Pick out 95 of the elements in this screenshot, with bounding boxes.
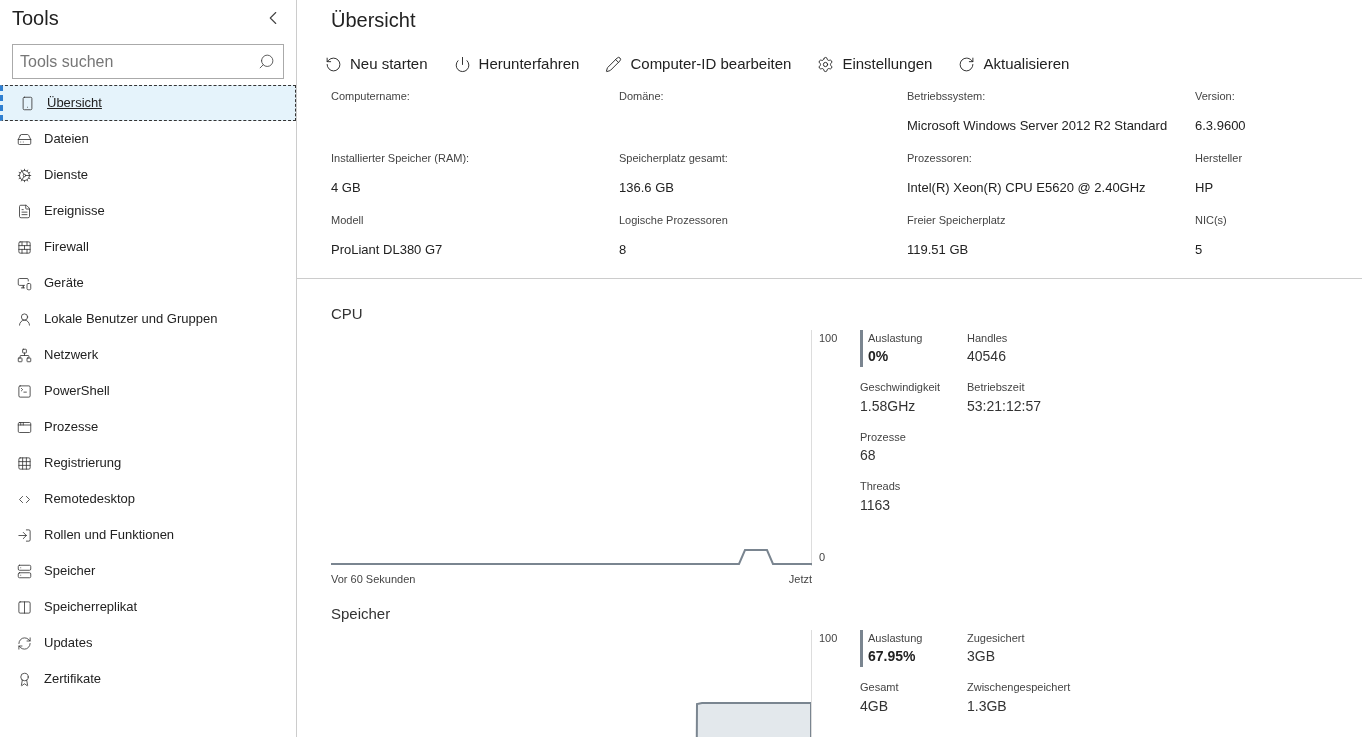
- info-label: NIC(s): [1195, 213, 1227, 228]
- info-value: HP: [1195, 178, 1214, 197]
- stat-value: 40546: [967, 347, 1006, 366]
- stat-label: Betriebszeit: [967, 380, 1025, 395]
- stat-value: 1163: [860, 495, 891, 515]
- info-label: Computername:: [331, 89, 410, 104]
- toolbar-button[interactable]: Neu starten: [325, 52, 428, 76]
- columns-icon: [17, 599, 32, 615]
- sidebar-item[interactable]: Zertifikate: [0, 661, 296, 697]
- axis-max-label: 100: [819, 630, 838, 646]
- server-icon: [17, 563, 32, 579]
- info-value: 119.51 GB: [907, 240, 969, 259]
- info-value: 5: [1195, 240, 1203, 259]
- sidebar-item[interactable]: Updates: [0, 625, 296, 661]
- document-icon: [17, 203, 32, 219]
- user-icon: [17, 311, 32, 327]
- stat-value: 1.3GB: [967, 696, 1007, 716]
- refresh-icon: [958, 55, 976, 73]
- info-label: Speicherplatz gesamt:: [619, 151, 728, 166]
- stat-label: Zwischengespeichert: [967, 680, 1071, 695]
- axis-min-label: 0: [819, 550, 826, 565]
- brick-wall-icon: [17, 239, 32, 255]
- info-label: Domäne:: [619, 89, 664, 104]
- sidebar-item[interactable]: Prozesse: [0, 409, 296, 445]
- window-icon: [17, 419, 32, 435]
- info-label: Prozessoren:: [907, 151, 972, 166]
- info-value: 4 GB: [331, 178, 361, 197]
- power-icon: [453, 55, 471, 73]
- info-value: Intel(R) Xeon(R) CPU E5620 @ 2.40GHz: [907, 178, 1146, 197]
- sidebar-item[interactable]: PowerShell: [0, 373, 296, 409]
- info-label: Version:: [1195, 89, 1235, 104]
- info-label: Modell: [331, 213, 364, 228]
- phone-icon: [20, 95, 35, 111]
- stat-label: Auslastung: [860, 629, 923, 646]
- page-title: Übersicht: [331, 8, 417, 33]
- stat-value: 3GB: [967, 647, 995, 666]
- sidebar-item[interactable]: Registrierung: [0, 445, 296, 481]
- stat-value: 53:21:12:57: [967, 396, 1041, 416]
- terminal-icon: [17, 383, 32, 399]
- sidebar-item[interactable]: Lokale Benutzer und Gruppen: [0, 301, 296, 337]
- stat-value: 1.58GHz: [860, 396, 916, 416]
- settings-icon: [817, 55, 835, 73]
- search-icon[interactable]: [258, 53, 275, 70]
- stat-label: Threads: [860, 479, 901, 494]
- sidebar-item[interactable]: Geräte: [0, 265, 296, 301]
- grid-icon: [17, 455, 32, 471]
- sidebar-item[interactable]: Netzwerk: [0, 337, 296, 373]
- sidebar-item[interactable]: Dienste: [0, 157, 296, 193]
- info-value: ProLiant DL380 G7: [331, 240, 443, 259]
- sidebar-item[interactable]: Rollen und Funktionen: [0, 517, 296, 553]
- refresh-icon: [17, 635, 32, 651]
- stat-value: 68: [860, 446, 876, 465]
- stat-label: Geschwindigkeit: [860, 380, 941, 395]
- info-label: Freier Speicherplatz: [907, 213, 1006, 228]
- info-value: 6.3.9600: [1195, 116, 1246, 135]
- pencil-icon: [605, 55, 623, 73]
- stat-value: 4GB: [860, 696, 888, 716]
- sidebar-item[interactable]: Dateien: [0, 121, 296, 157]
- sidebar-title: Tools: [12, 6, 59, 31]
- info-label: Installierter Speicher (RAM):: [331, 151, 470, 166]
- axis-end-label: Jetzt: [788, 571, 812, 587]
- toolbar-button[interactable]: Computer-ID bearbeiten: [605, 52, 792, 76]
- toolbar-button[interactable]: Herunterfahren: [453, 52, 580, 76]
- stat-label: Gesamt: [860, 680, 899, 695]
- network-icon: [17, 347, 32, 363]
- section-title: CPU: [331, 304, 363, 324]
- info-label: Logische Prozessoren: [619, 213, 728, 228]
- stat-label: Handles: [967, 330, 1008, 346]
- stat-label: Prozesse: [860, 429, 906, 445]
- enter-icon: [17, 527, 32, 543]
- info-value: 8: [619, 240, 627, 259]
- restart-icon: [325, 55, 342, 73]
- stat-label: Auslastung: [860, 329, 923, 346]
- search-field[interactable]: Tools suchen: [12, 44, 284, 79]
- sidebar-item[interactable]: Speicher: [0, 553, 296, 589]
- certificate-icon: [17, 671, 32, 687]
- stat-value: 67.95%: [860, 646, 916, 667]
- sidebar-item[interactable]: Firewall: [0, 229, 296, 265]
- sidebar-item[interactable]: Ereignisse: [0, 193, 296, 229]
- drive-icon: [17, 131, 32, 147]
- devices-icon: [17, 275, 32, 291]
- sidebar-item[interactable]: Remotedesktop: [0, 481, 296, 517]
- sidebar-item[interactable]: Speicherreplikat: [0, 589, 296, 625]
- toolbar-button[interactable]: Aktualisieren: [958, 52, 1070, 76]
- info-label: Betriebssystem:: [907, 89, 986, 104]
- stat-label: Zugesichert: [967, 630, 1025, 646]
- sidebar-item[interactable]: Übersicht: [0, 85, 296, 121]
- info-label: Hersteller: [1195, 151, 1243, 166]
- section-title: Speicher: [331, 604, 391, 624]
- info-value: 136.6 GB: [619, 178, 674, 197]
- info-value: Microsoft Windows Server 2012 R2 Standard: [907, 116, 1168, 135]
- stat-value: 0%: [860, 346, 889, 367]
- toolbar-button[interactable]: Einstellungen: [817, 52, 933, 76]
- axis-start-label: Vor 60 Sekunden: [331, 571, 416, 587]
- axis-max-label: 100: [819, 330, 838, 346]
